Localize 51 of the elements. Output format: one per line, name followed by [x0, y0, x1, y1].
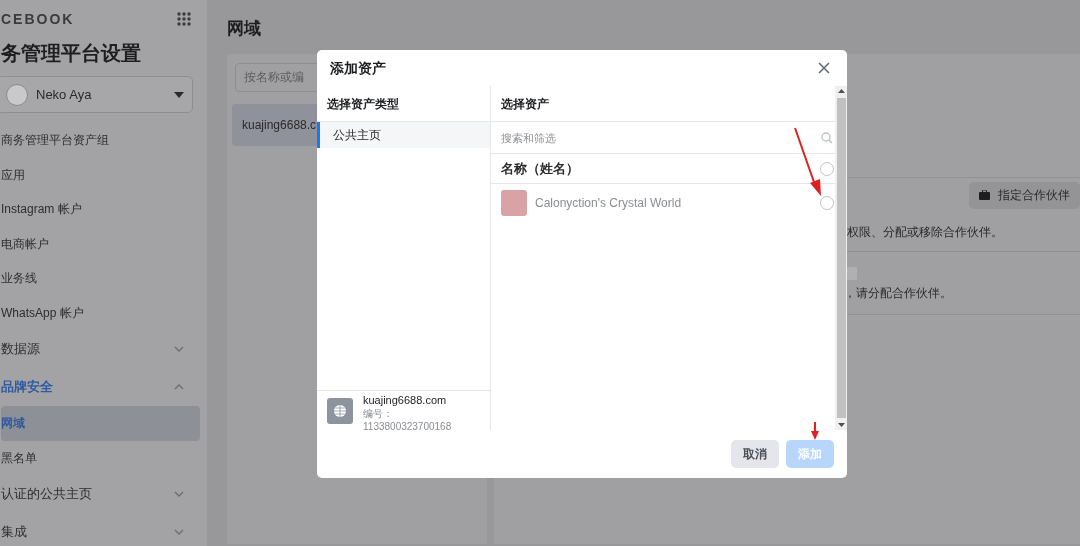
- asset-id-label: 编号：: [363, 407, 394, 420]
- search-icon: [821, 131, 833, 144]
- apps-grid-icon[interactable]: [177, 12, 191, 26]
- scroll-up-icon[interactable]: [837, 86, 845, 96]
- settings-title: 务管理平台设置: [1, 41, 142, 66]
- avatar-icon: [6, 83, 28, 106]
- document-icon: [847, 266, 857, 280]
- sidebar-item[interactable]: WhatsApp 帐户: [1, 295, 200, 330]
- sidebar-section[interactable]: 数据源: [1, 330, 200, 368]
- annotation-arrow: [793, 127, 822, 197]
- dialog-title: 添加资产: [330, 58, 386, 78]
- caret-icon: [174, 91, 184, 98]
- sidebar-item[interactable]: 电商帐户: [1, 226, 200, 261]
- asset-type-item[interactable]: 公共主页: [317, 122, 490, 148]
- scrollbar[interactable]: [835, 86, 847, 430]
- globe-icon: [327, 398, 353, 424]
- asset-id: 1133800323700168: [363, 420, 452, 430]
- section-label: 集成: [1, 523, 27, 542]
- empty-message: ，请分配合作伙伴。: [843, 284, 953, 302]
- section-label: 认证的公共主页: [1, 485, 92, 504]
- select-all-radio[interactable]: [820, 161, 834, 176]
- photo-placeholder: [501, 190, 527, 216]
- scroll-down-icon[interactable]: [837, 420, 845, 430]
- section-label: 数据源: [1, 340, 40, 359]
- cancel-button[interactable]: 取消: [731, 440, 779, 468]
- brand-wordmark: CEBOOK: [1, 9, 75, 29]
- sidebar-section[interactable]: 认证的公共主页: [1, 475, 200, 513]
- sidebar-item[interactable]: 应用: [1, 157, 200, 192]
- name-column-heading: 名称（姓名）: [501, 159, 579, 178]
- annotation-arrow: [810, 421, 820, 441]
- sidebar-item[interactable]: 黑名单: [1, 440, 200, 475]
- chevron-down-icon: [174, 346, 184, 352]
- asset-row-name[interactable]: Calonyction's Crystal World: [535, 194, 812, 212]
- chevron-up-icon: [174, 384, 184, 390]
- sidebar-item[interactable]: 商务管理平台资产组: [1, 123, 200, 158]
- account-dropdown[interactable]: Neko Aya: [0, 76, 193, 113]
- account-name: Neko Aya: [36, 85, 93, 104]
- partners-description: 权限、分配或移除合作伙伴。: [846, 223, 1004, 241]
- search-field[interactable]: 搜索和筛选: [501, 126, 621, 149]
- asset-name: kuajing6688.com: [363, 394, 448, 407]
- chevron-down-icon: [174, 529, 184, 535]
- sidebar-item[interactable]: 业务线: [1, 261, 200, 296]
- sidebar-section[interactable]: 集成: [1, 513, 200, 546]
- assign-partner-button[interactable]: 指定合作伙伴: [969, 181, 1080, 209]
- section-label: 品牌安全: [1, 378, 53, 397]
- chevron-down-icon: [174, 491, 184, 497]
- sidebar-item[interactable]: Instagram 帐户: [1, 192, 200, 227]
- page-title: 网域: [227, 18, 262, 40]
- column-heading: 选择资产: [491, 86, 835, 122]
- briefcase-icon: [979, 190, 990, 200]
- asset-radio[interactable]: [820, 196, 834, 210]
